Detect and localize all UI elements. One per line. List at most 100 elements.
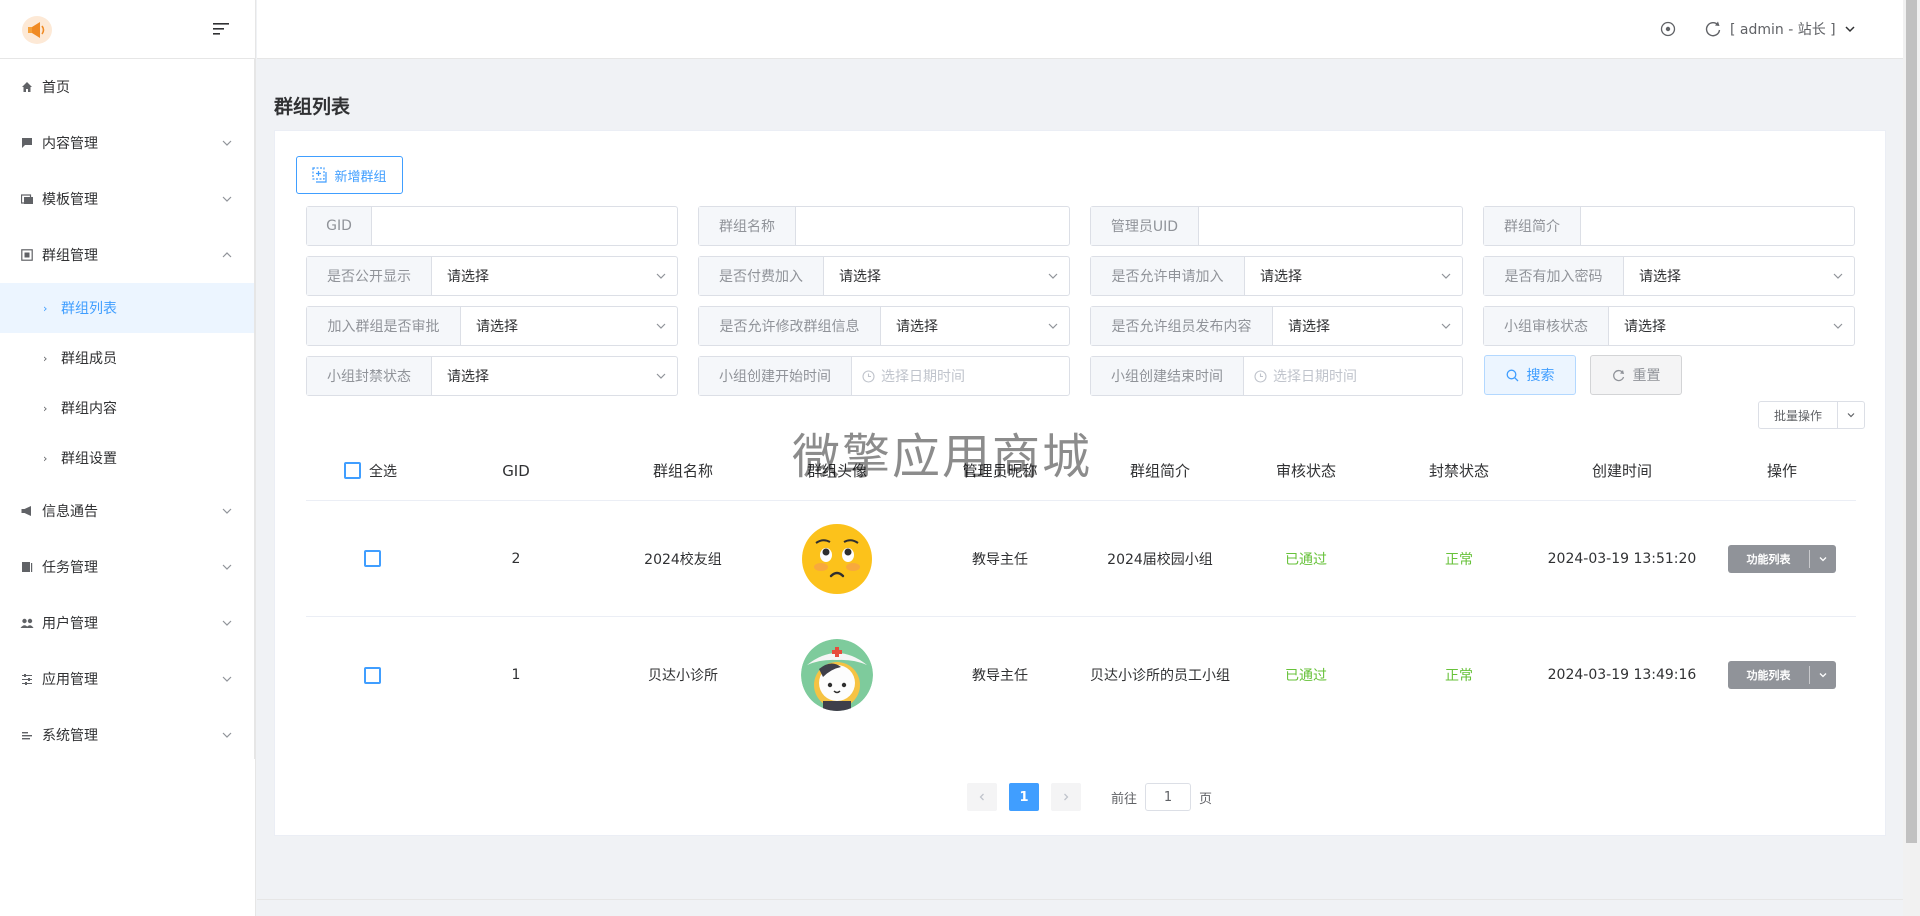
allow-post-select[interactable]: 请选择 — [1273, 307, 1462, 345]
select-value: 请选择 — [896, 319, 938, 335]
create-end-datetime[interactable]: 选择日期时间 — [1244, 357, 1462, 395]
chevron-down-icon — [222, 620, 232, 626]
sidebar-scrollbar[interactable] — [254, 59, 256, 759]
prev-page-button[interactable] — [967, 783, 997, 811]
sidebar-item-app[interactable]: 应用管理 — [0, 651, 255, 707]
app-logo[interactable] — [22, 16, 52, 44]
filter-allow-apply: 是否允许申请加入 请选择 — [1090, 256, 1463, 296]
sidebar-item-task[interactable]: 任务管理 — [0, 539, 255, 595]
page-scrollbar[interactable] — [1903, 0, 1920, 916]
user-menu[interactable]: [ admin - 站长 ] — [1704, 19, 1856, 39]
select-all-cell[interactable]: 全选 — [344, 441, 424, 500]
function-list-button[interactable]: 功能列表 — [1728, 549, 1810, 568]
filter-allow-modify: 是否允许修改群组信息 请选择 — [698, 306, 1070, 346]
filter-label: 小组审核状态 — [1484, 307, 1609, 345]
filter-admin-uid: 管理员UID — [1090, 206, 1463, 246]
allow-apply-select[interactable]: 请选择 — [1245, 257, 1462, 295]
comment-icon — [20, 136, 34, 150]
page-scrollbar-thumb[interactable] — [1906, 0, 1917, 843]
task-icon — [20, 560, 34, 574]
public-display-select[interactable]: 请选择 — [432, 257, 677, 295]
chevron-down-icon — [1833, 323, 1843, 329]
sidebar-subitem-group-content[interactable]: › 群组内容 — [0, 383, 255, 433]
chevron-down-icon — [222, 508, 232, 514]
sidebar-item-home[interactable]: 首页 — [0, 59, 255, 115]
cell-review-status: 已通过 — [1285, 668, 1327, 684]
template-icon — [20, 192, 34, 206]
chevron-down-icon — [1441, 323, 1451, 329]
select-all-checkbox[interactable] — [344, 462, 361, 479]
users-icon — [20, 616, 34, 630]
select-value: 请选择 — [1624, 319, 1666, 335]
sidebar-item-content[interactable]: 内容管理 — [0, 115, 255, 171]
admin-uid-input[interactable] — [1199, 207, 1462, 245]
menu-collapse-icon[interactable] — [211, 20, 231, 38]
sidebar-item-notice[interactable]: 信息通告 — [0, 483, 255, 539]
group-icon — [20, 248, 34, 262]
sidebar-subitem-group-members[interactable]: › 群组成员 — [0, 333, 255, 383]
settings-gear-icon[interactable] — [1659, 20, 1677, 38]
group-intro-input[interactable] — [1581, 207, 1854, 245]
select-value: 请选择 — [447, 269, 489, 285]
chevron-down-icon — [1819, 556, 1827, 561]
select-value: 请选择 — [476, 319, 518, 335]
function-list-button[interactable]: 功能列表 — [1728, 666, 1810, 684]
select-value: 请选择 — [1288, 319, 1330, 335]
worried-emoji-avatar — [801, 523, 873, 595]
filter-label: 小组创建开始时间 — [699, 357, 852, 395]
batch-operation-dropdown[interactable]: 批量操作 — [1758, 401, 1865, 429]
batch-operation-button[interactable]: 批量操作 — [1759, 402, 1838, 428]
col-admin-nick: 管理员昵称 — [962, 462, 1038, 480]
refresh-icon — [1612, 369, 1624, 381]
review-status-select[interactable]: 请选择 — [1609, 307, 1854, 345]
sidebar-item-template[interactable]: 模板管理 — [0, 171, 255, 227]
add-group-icon — [312, 167, 328, 183]
group-name-input[interactable] — [796, 207, 1069, 245]
sidebar-subitem-label: 群组列表 — [61, 301, 117, 317]
add-group-button[interactable]: 新增群组 — [296, 156, 403, 194]
goto-prefix: 前往 — [1111, 791, 1138, 807]
select-all-label: 全选 — [369, 463, 397, 480]
allow-modify-select[interactable]: 请选择 — [881, 307, 1069, 345]
function-list-dropdown[interactable]: 功能列表 — [1728, 544, 1836, 573]
next-page-button[interactable] — [1051, 783, 1081, 811]
has-password-select[interactable]: 请选择 — [1624, 257, 1854, 295]
ban-status-select[interactable]: 请选择 — [432, 357, 677, 395]
row-checkbox[interactable] — [363, 666, 381, 684]
sidebar-item-group[interactable]: 群组管理 — [0, 227, 255, 283]
sidebar-item-label: 应用管理 — [42, 672, 98, 688]
function-list-toggle[interactable] — [1810, 661, 1836, 689]
join-review-select[interactable]: 请选择 — [461, 307, 677, 345]
filter-label: GID — [307, 207, 372, 245]
cell-ops: 功能列表 — [1720, 617, 1844, 733]
page-number-current[interactable]: 1 — [1009, 783, 1039, 811]
sidebar-item-user[interactable]: 用户管理 — [0, 595, 255, 651]
sidebar-subitem-group-list[interactable]: › 群组列表 — [0, 283, 255, 333]
filter-review-status: 小组审核状态 请选择 — [1483, 306, 1855, 346]
cell-intro: 贝达小诊所的员工小组 — [1090, 668, 1230, 684]
filter-label: 群组简介 — [1484, 207, 1581, 245]
sidebar-item-label: 群组管理 — [42, 248, 98, 264]
sidebar-item-system[interactable]: 系统管理 — [0, 707, 255, 763]
cell-review-status: 已通过 — [1285, 551, 1327, 568]
home-icon — [20, 80, 34, 94]
chevron-down-icon — [222, 732, 232, 738]
paid-join-select[interactable]: 请选择 — [824, 257, 1069, 295]
chevron-right-icon: › — [43, 301, 48, 315]
col-avatar: 群组头像 — [806, 462, 867, 480]
reset-button[interactable]: 重置 — [1590, 355, 1682, 395]
function-list-dropdown[interactable]: 功能列表 — [1728, 661, 1836, 689]
gid-input[interactable] — [372, 207, 677, 245]
filter-create-start: 小组创建开始时间 选择日期时间 — [698, 356, 1070, 396]
cell-avatar — [762, 501, 912, 616]
sidebar-subitem-group-settings[interactable]: › 群组设置 — [0, 433, 255, 483]
create-start-datetime[interactable]: 选择日期时间 — [852, 357, 1069, 395]
search-button[interactable]: 搜索 — [1484, 355, 1576, 395]
goto-page-input[interactable]: 1 — [1145, 783, 1192, 811]
chevron-down-icon — [1819, 673, 1827, 678]
row-checkbox[interactable] — [363, 550, 381, 567]
footer-divider — [257, 899, 1903, 900]
batch-operation-toggle[interactable] — [1838, 402, 1864, 428]
function-list-toggle[interactable] — [1810, 545, 1836, 573]
refresh-icon[interactable] — [1704, 20, 1722, 38]
